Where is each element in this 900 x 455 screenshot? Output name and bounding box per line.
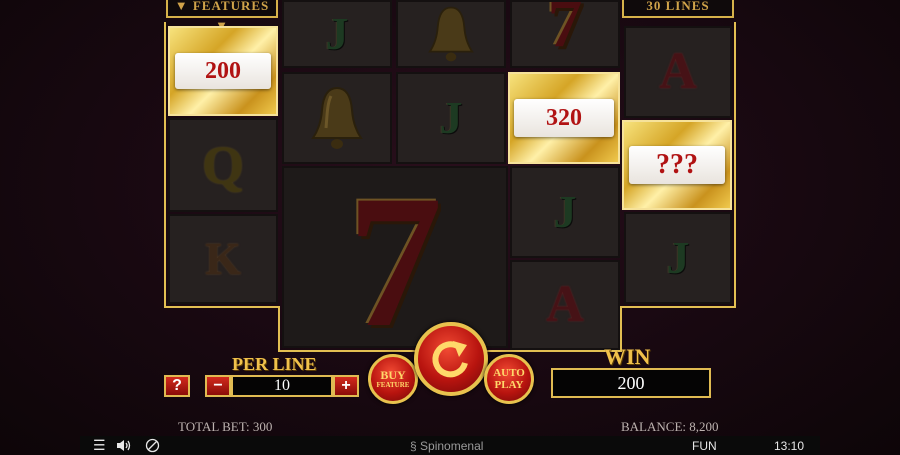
auto-play-button[interactable]: AUTO PLAY	[484, 354, 534, 404]
reel-symbol-bell	[396, 0, 506, 68]
total-bet: TOTAL BET: 300	[178, 419, 273, 434]
money-symbol-reel4: 320	[508, 72, 620, 164]
decrease-bet-button[interactable]: −	[205, 375, 231, 397]
reel-symbol-bell	[282, 72, 392, 164]
sound-icon[interactable]	[116, 439, 132, 452]
spinomenal-icon: §	[410, 439, 417, 453]
bell-icon	[428, 6, 474, 62]
money-symbol-reel1: 200	[168, 26, 278, 116]
reel-symbol-j: J	[396, 72, 506, 164]
reel-symbol-k: K	[168, 214, 278, 304]
lines-label: 30 LINES	[646, 0, 710, 13]
reel-symbol-a: A	[510, 260, 620, 350]
win-label: WIN	[604, 344, 651, 369]
big-seven-symbol: 7	[282, 166, 508, 348]
increase-bet-button[interactable]: +	[333, 375, 359, 397]
clock: 13:10	[774, 439, 805, 453]
spin-arrow-icon	[432, 341, 468, 378]
lines-tab: 30 LINES	[622, 0, 734, 18]
money-value: 200	[175, 53, 271, 89]
reel-symbol-j: J	[510, 166, 620, 258]
money-symbol-reel5: ???	[622, 120, 732, 210]
per-line-value: 10	[231, 375, 333, 397]
win-value: 200	[551, 368, 711, 398]
reel-symbol-q: Q	[168, 118, 278, 212]
mode-label: FUN	[692, 439, 717, 453]
turbo-icon[interactable]	[145, 438, 160, 453]
menu-icon[interactable]: ☰	[93, 437, 106, 454]
balance: BALANCE: 8,200	[621, 419, 719, 434]
per-line-label: PER LINE	[232, 354, 317, 374]
bell-icon	[311, 86, 363, 149]
buy-feature-button[interactable]: BUY FEATURE	[368, 354, 418, 404]
help-button[interactable]: ?	[164, 375, 190, 397]
features-arrow-left-icon: ▼	[174, 0, 189, 13]
money-value: 320	[514, 99, 614, 137]
brand-logo: § Spinomenal	[410, 439, 484, 453]
features-tab[interactable]: ▼ FEATURES ▼	[166, 0, 278, 33]
money-value: ???	[629, 146, 725, 184]
reel-symbol-j: J	[624, 212, 732, 304]
features-label: FEATURES	[192, 0, 270, 13]
status-bar: ☰ § Spinomenal FUN 13:10	[80, 436, 820, 455]
reel-symbol-a: A	[624, 26, 732, 118]
reel-symbol-j: J	[282, 0, 392, 68]
reel-symbol-seven: 7	[510, 0, 620, 68]
spin-button[interactable]	[414, 322, 488, 396]
